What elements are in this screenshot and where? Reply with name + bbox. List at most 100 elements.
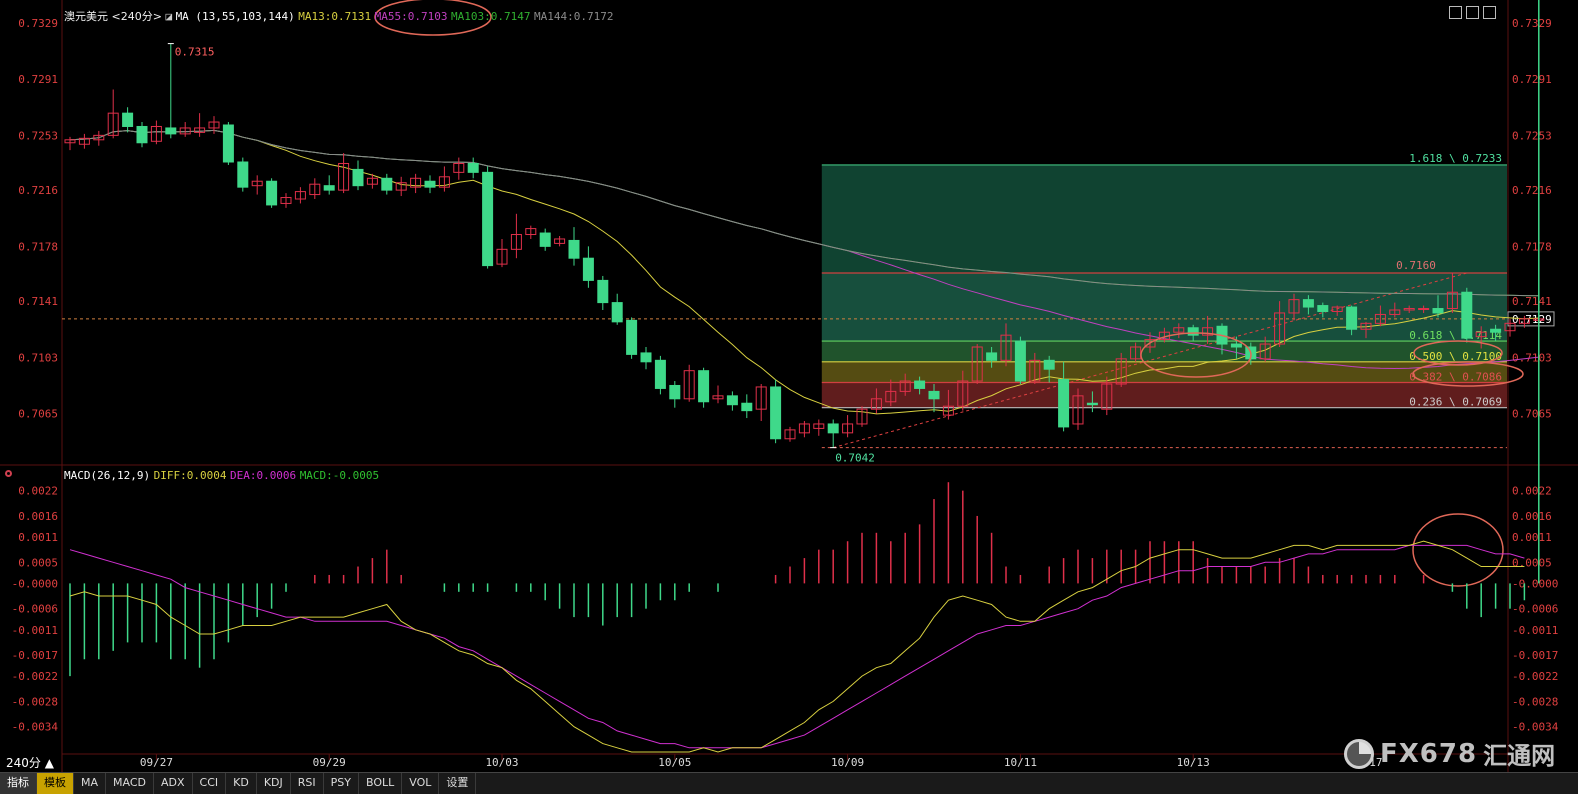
candle-body-40 <box>640 352 652 363</box>
period-selector[interactable]: 240分 ▲ <box>0 755 60 771</box>
macd-tick-right-8: -0.0022 <box>1512 670 1558 683</box>
fib-label-2: 0.618 \ 0.7114 <box>1409 329 1502 342</box>
candle-body-47 <box>741 402 753 412</box>
window-controls <box>1449 6 1496 19</box>
candle-body-5 <box>136 125 148 144</box>
symbol-name: 澳元美元 <box>64 10 108 23</box>
macd-tick-left-7: -0.0017 <box>12 649 58 662</box>
high-annotation: 0.7315 <box>175 46 215 59</box>
macd-tick-right-3: 0.0005 <box>1512 556 1552 569</box>
candle-body-44 <box>698 370 710 403</box>
fib-zone-0 <box>821 164 1507 273</box>
x-tick-label-5: 10/11 <box>1004 756 1037 769</box>
price-tick-right-7: 0.7065 <box>1512 408 1552 421</box>
ma13-value: MA13:0.7131 <box>298 10 372 23</box>
macd-tick-right-4: -0.0000 <box>1512 577 1558 590</box>
fx678-logo-icon <box>1344 738 1374 769</box>
chart-canvas: 0.7329 0.7329 0.7291 0.7291 0.7253 0.7253 0.72… <box>0 0 1578 772</box>
macd-tick-right-9: -0.0028 <box>1512 695 1558 708</box>
fib-label-5: 0.236 \ 0.7069 <box>1409 396 1502 409</box>
watermark: FX678 汇通网 <box>1344 736 1555 771</box>
tab-vol[interactable]: VOL <box>402 773 440 794</box>
indicator-settings-icon[interactable] <box>5 470 12 477</box>
x-tick-label-4: 10/09 <box>831 756 864 769</box>
candle-body-38 <box>611 302 623 323</box>
price-tick-right-5: 0.7141 <box>1512 295 1552 308</box>
macd-params-label: MACD(26,12,9) <box>64 469 151 482</box>
candle-body-25 <box>424 180 436 188</box>
split-icon[interactable] <box>1466 6 1479 19</box>
ma103-value: MA103:0.7147 <box>451 10 531 23</box>
tab-templates[interactable]: 模板 <box>37 773 74 794</box>
candle-body-97 <box>1461 291 1473 339</box>
tab-adx[interactable]: ADX <box>154 773 193 794</box>
dea-line <box>69 544 1525 749</box>
period-tag: <240分> <box>111 10 162 23</box>
x-tick-label-6: 10/13 <box>1177 756 1210 769</box>
macd-tick-left-4: -0.0000 <box>12 577 58 590</box>
price-tick-right-4: 0.7178 <box>1512 240 1552 253</box>
price-tick-right-0: 0.7329 <box>1512 17 1552 30</box>
watermark-cn: 汇通网 <box>1483 742 1556 770</box>
tab-kd[interactable]: KD <box>226 773 257 794</box>
macd-tick-left-1: 0.0016 <box>18 510 58 523</box>
x-tick-label-0: 09/27 <box>140 756 173 769</box>
macd-tick-right-0: 0.0022 <box>1512 485 1552 498</box>
ma-icon[interactable]: ◪ <box>165 10 172 23</box>
tab-psy[interactable]: PSY <box>324 773 359 794</box>
candle-body-69 <box>1058 379 1070 428</box>
candle-body-86 <box>1302 299 1314 308</box>
ma55-value: MA55:0.7103 <box>374 10 448 23</box>
tab-macd[interactable]: MACD <box>106 773 154 794</box>
macd-tick-right-6: -0.0011 <box>1512 624 1558 637</box>
candle-body-35 <box>568 239 580 259</box>
diff-line <box>69 540 1525 753</box>
tab-indicators[interactable]: 指标 <box>0 773 37 794</box>
candle-body-7 <box>165 127 177 135</box>
tab-cci[interactable]: CCI <box>193 773 227 794</box>
diff-value: DIFF:0.0004 <box>153 469 227 482</box>
candle-body-64 <box>986 352 998 361</box>
low-annotation: 0.7042 <box>835 452 875 465</box>
indicator-tab-bar: 指标 模板 MA MACD ADX CCI KD KDJ RSI PSY BOL… <box>0 772 1578 794</box>
macd-header: MACD(26,12,9) DIFF:0.0004 DEA:0.0006 MAC… <box>64 469 379 482</box>
candle-body-46 <box>726 395 738 406</box>
macd-tick-right-1: 0.0016 <box>1512 510 1552 523</box>
candle-body-68 <box>1043 359 1055 370</box>
candle-body-28 <box>467 162 479 173</box>
candle-body-37 <box>597 279 609 304</box>
macd-tick-right-7: -0.0017 <box>1512 649 1558 662</box>
candle-body-12 <box>237 161 249 188</box>
candle-body-78 <box>1187 327 1199 336</box>
macd-tick-left-2: 0.0011 <box>18 531 58 544</box>
x-tick-label-1: 09/29 <box>313 756 346 769</box>
candle-body-41 <box>654 359 666 389</box>
candle-body-81 <box>1230 343 1242 348</box>
tab-rsi[interactable]: RSI <box>291 773 324 794</box>
tab-boll[interactable]: BOLL <box>359 773 403 794</box>
layout-icon[interactable] <box>1449 6 1462 19</box>
tab-settings[interactable]: 设置 <box>439 773 477 794</box>
candle-body-39 <box>626 319 638 355</box>
ma-params-label: MA (13,55,103,144) <box>175 10 295 23</box>
macd-value: MACD:-0.0005 <box>299 469 380 482</box>
price-tick-right-1: 0.7291 <box>1512 73 1552 86</box>
fib-zone-3 <box>821 361 1507 383</box>
candle-body-89 <box>1346 306 1358 330</box>
tab-kdj[interactable]: KDJ <box>257 773 291 794</box>
macd-highlight-ellipse <box>1412 513 1504 587</box>
macd-tick-left-0: 0.0022 <box>18 485 58 498</box>
x-tick-label-3: 10/05 <box>658 756 691 769</box>
chart-header: 澳元美元 <240分> ◪ MA (13,55,103,144) MA13:0.… <box>64 8 613 24</box>
close-panel-icon[interactable] <box>1483 6 1496 19</box>
candle-body-14 <box>266 180 278 206</box>
candle-body-60 <box>928 390 940 400</box>
macd-tick-left-9: -0.0028 <box>12 695 58 708</box>
candle-body-33 <box>539 232 551 247</box>
price-tick-left-6: 0.7103 <box>18 351 58 364</box>
x-tick-label-2: 10/03 <box>485 756 518 769</box>
candle-body-87 <box>1317 305 1329 312</box>
price-tick-right-3: 0.7216 <box>1512 184 1552 197</box>
candle-body-49 <box>770 386 782 440</box>
tab-ma[interactable]: MA <box>74 773 107 794</box>
